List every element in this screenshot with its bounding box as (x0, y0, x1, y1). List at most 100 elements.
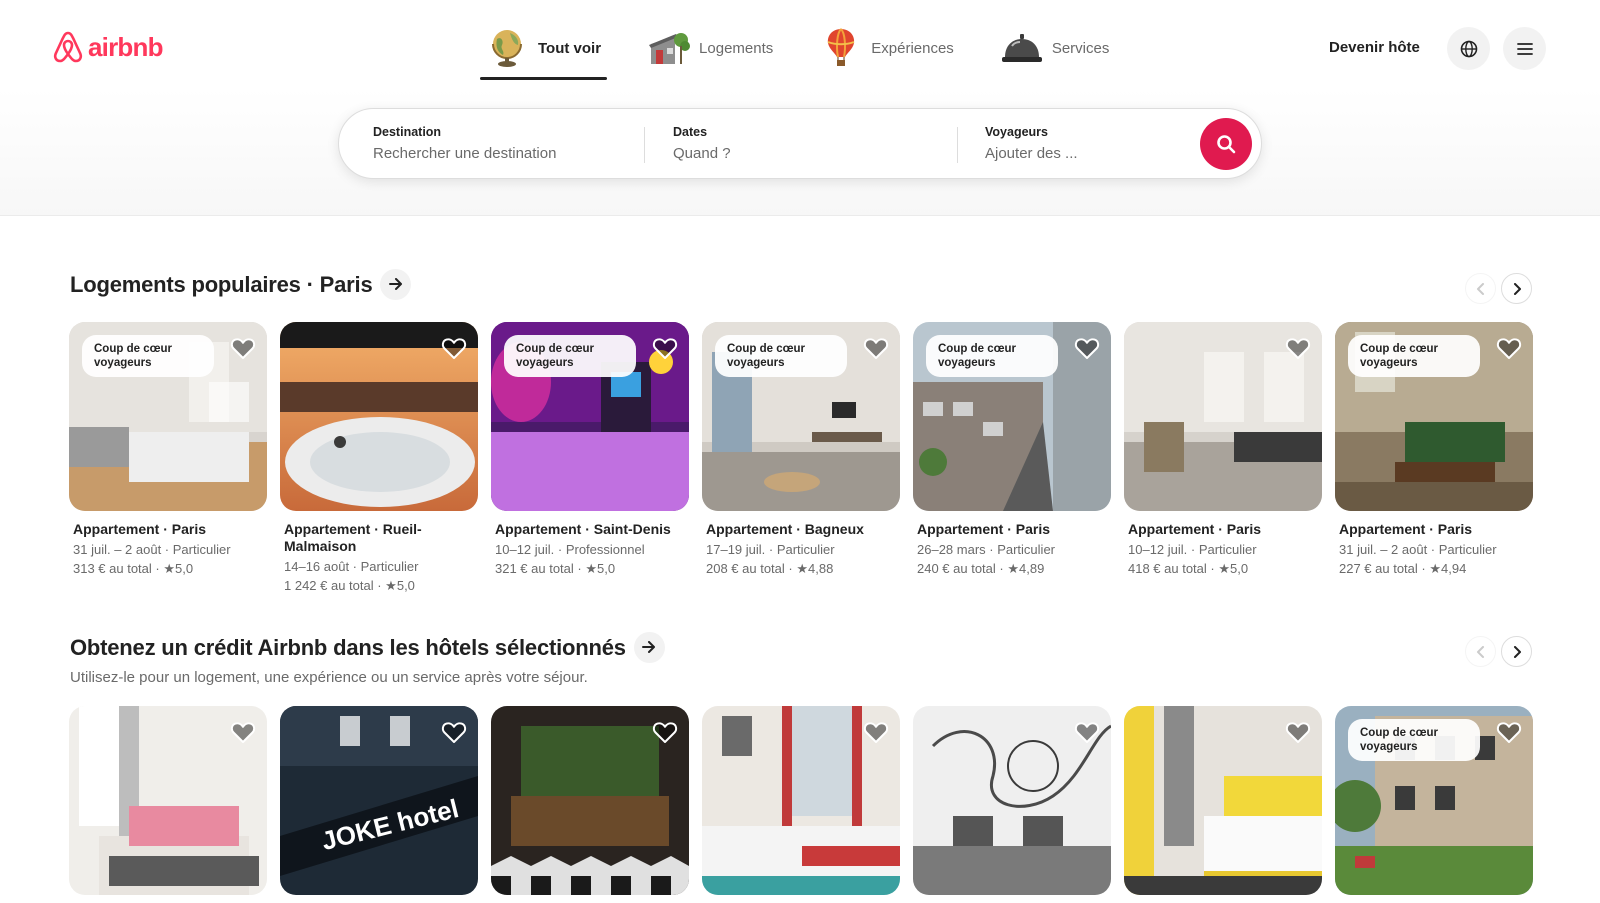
carousel-prev-button[interactable] (1465, 273, 1496, 304)
listing-price: 240 € au total · ★4,89 (917, 561, 1045, 576)
section-title-text: Obtenez un crédit Airbnb dans les hôtels… (70, 635, 626, 660)
listing-dates: 17–19 juil. · Particulier (706, 542, 835, 557)
guest-favorite-badge: Coup de cœur voyageurs (715, 335, 847, 377)
arrow-right-icon (388, 278, 402, 291)
carousel-next-button[interactable] (1501, 273, 1532, 304)
heart-icon[interactable] (1073, 334, 1101, 362)
airbnb-logo-icon (53, 31, 83, 63)
chevron-left-icon (1476, 282, 1484, 295)
listing-dates: 26–28 mars · Particulier (917, 542, 1055, 557)
section-arrow-button[interactable] (633, 631, 665, 663)
globe-outline-icon (1460, 40, 1477, 57)
section-arrow-button[interactable] (380, 268, 412, 300)
search-button[interactable] (1200, 118, 1252, 170)
tab-label: Logements (699, 39, 774, 57)
tab-services[interactable]: Services (994, 20, 1116, 76)
carousel-next-button[interactable] (1501, 636, 1532, 667)
listing-title: Appartement · Saint-Denis (495, 521, 671, 537)
listing-photo[interactable]: Coup de cœur voyageurs (69, 322, 267, 511)
listing-dates: 31 juil. – 2 août · Particulier (1339, 542, 1497, 557)
listing-title: Appartement · Paris (1339, 521, 1473, 537)
destination-placeholder: Rechercher une destination (373, 145, 557, 162)
hotel-photo[interactable] (913, 706, 1111, 895)
listing-dates: 31 juil. – 2 août · Particulier (73, 542, 231, 557)
dates-label: Dates (673, 125, 708, 139)
listing-title: Appartement · Paris (73, 521, 207, 537)
hotel-photo[interactable] (702, 706, 900, 895)
heart-icon[interactable] (440, 718, 468, 746)
heart-icon[interactable] (229, 718, 257, 746)
dates-field[interactable]: Dates Quand ? (673, 109, 933, 180)
carousel-prev-button[interactable] (1465, 636, 1496, 667)
listing-price: 418 € au total · ★5,0 (1128, 561, 1249, 576)
hotel-photo[interactable]: Coup de cœur voyageurs (1335, 706, 1533, 895)
hamburger-menu-icon (1516, 42, 1533, 55)
hotel-photo[interactable] (1124, 706, 1322, 895)
search-divider (957, 127, 958, 163)
listing-photo[interactable]: Coup de cœur voyageurs (491, 322, 689, 511)
guest-favorite-badge: Coup de cœur voyageurs (504, 335, 636, 377)
hotel-photo[interactable] (491, 706, 689, 895)
tab-label: Expériences (871, 39, 954, 57)
listing-dates: 10–12 juil. · Professionnel (495, 542, 645, 557)
listing-price: 1 242 € au total · ★5,0 (284, 578, 415, 593)
guest-favorite-badge: Coup de cœur voyageurs (1348, 719, 1480, 761)
become-host-link[interactable]: Devenir hôte (1329, 39, 1420, 56)
section-title-text: Logements populaires · Paris (70, 272, 373, 297)
heart-icon[interactable] (862, 334, 890, 362)
listing-photo[interactable]: Coup de cœur voyageurs (913, 322, 1111, 511)
heart-icon[interactable] (440, 334, 468, 362)
tab-tout-voir[interactable]: Tout voir (480, 20, 608, 80)
heart-icon[interactable] (651, 334, 679, 362)
heart-icon[interactable] (1284, 334, 1312, 362)
section-title-hotels: Obtenez un crédit Airbnb dans les hôtels… (70, 631, 665, 663)
heart-icon[interactable] (651, 718, 679, 746)
section-title-popular: Logements populaires · Paris (70, 268, 412, 300)
guest-favorite-badge: Coup de cœur voyageurs (1348, 335, 1480, 377)
listing-photo[interactable]: Coup de cœur voyageurs (1335, 322, 1533, 511)
guests-field[interactable]: Voyageurs Ajouter des ... (985, 109, 1185, 180)
listing-price: 321 € au total · ★5,0 (495, 561, 616, 576)
hot-air-balloon-icon (819, 26, 863, 70)
search-icon (1217, 135, 1236, 154)
heart-icon[interactable] (1073, 718, 1101, 746)
brand-name: airbnb (88, 31, 163, 62)
dates-placeholder: Quand ? (673, 145, 731, 162)
listing-photo[interactable] (280, 322, 478, 511)
listing-price: 227 € au total · ★4,94 (1339, 561, 1467, 576)
guests-placeholder: Ajouter des ... (985, 145, 1078, 162)
chevron-left-icon (1476, 645, 1484, 658)
tab-logements[interactable]: Logements (641, 20, 779, 76)
language-button[interactable] (1447, 27, 1490, 70)
listing-price: 208 € au total · ★4,88 (706, 561, 834, 576)
listing-title: Appartement · Paris (1128, 521, 1262, 537)
tab-label: Services (1051, 39, 1110, 57)
destination-field[interactable]: Destination Rechercher une destination (373, 109, 633, 180)
menu-button[interactable] (1503, 27, 1546, 70)
listing-dates: 14–16 août · Particulier (284, 559, 419, 574)
guest-favorite-badge: Coup de cœur voyageurs (82, 335, 214, 377)
heart-icon[interactable] (862, 718, 890, 746)
globe-icon (486, 26, 530, 70)
heart-icon[interactable] (1495, 334, 1523, 362)
section-subtitle: Utilisez-le pour un logement, une expéri… (70, 669, 588, 686)
guests-label: Voyageurs (985, 125, 1048, 139)
heart-icon[interactable] (1284, 718, 1312, 746)
tab-experiences[interactable]: Expériences (813, 20, 960, 76)
listing-photo[interactable]: Coup de cœur voyageurs (702, 322, 900, 511)
listing-price: 313 € au total · ★5,0 (73, 561, 194, 576)
listing-photo[interactable] (1124, 322, 1322, 511)
hotel-photo[interactable] (69, 706, 267, 895)
search-divider (644, 127, 645, 163)
heart-icon[interactable] (229, 334, 257, 362)
house-icon (647, 26, 691, 70)
hotel-photo[interactable]: JOKE hotel (280, 706, 478, 895)
listing-title: Appartement · Rueil-Malmaison (284, 521, 422, 554)
search-bar: Destination Rechercher une destination D… (338, 108, 1262, 179)
guest-favorite-badge: Coup de cœur voyageurs (926, 335, 1058, 377)
heart-icon[interactable] (1495, 718, 1523, 746)
header: airbnb Tout voir Logements Expériences S… (0, 0, 1600, 216)
tab-label: Tout voir (538, 39, 602, 57)
listing-dates: 10–12 juil. · Particulier (1128, 542, 1257, 557)
airbnb-logo[interactable]: airbnb (52, 30, 163, 64)
